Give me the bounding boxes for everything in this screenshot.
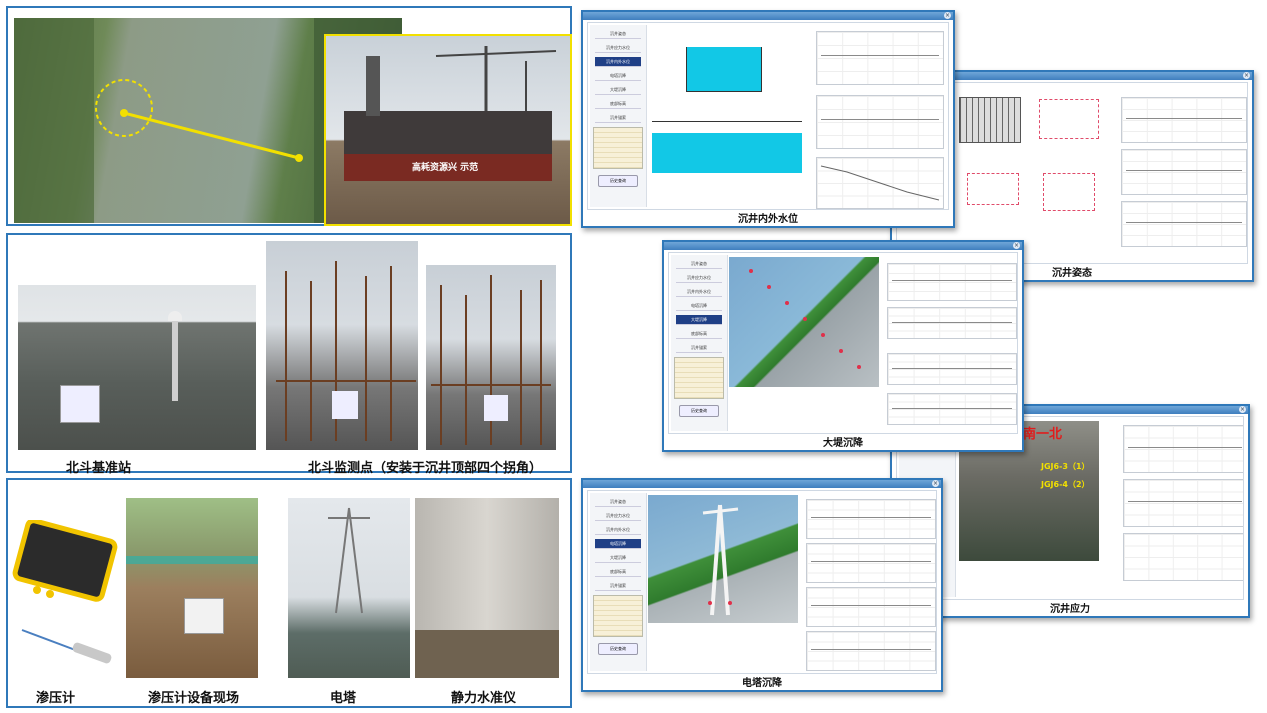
menu-item-anchor[interactable]: 沉井锚索: [676, 343, 722, 353]
beidou-base-station-photo: [18, 285, 256, 450]
close-icon[interactable]: ×: [944, 12, 951, 19]
menu-item-stress[interactable]: 沉井应力水位: [676, 273, 722, 283]
construction-banner: 高耗资源兴 示范: [412, 163, 479, 173]
caption-beidou-base: 北斗基准站: [66, 461, 132, 476]
menu-item-posture[interactable]: 沉井姿态: [676, 259, 722, 269]
dike-3d-view: [729, 257, 879, 387]
menu-item-dike[interactable]: 大堤沉降: [595, 85, 641, 95]
alarm-list: [674, 357, 724, 399]
power-tower-photo: [288, 498, 410, 678]
history-query-button[interactable]: 历史查询: [679, 405, 719, 417]
link-line: [123, 111, 300, 160]
menu-item-water-level[interactable]: 沉井内外水位: [676, 287, 722, 297]
outer-water-body: [652, 133, 802, 173]
menu-item-dike[interactable]: 大堤沉降: [676, 315, 722, 325]
panel-beidou: 北斗基准站 北斗监测点（安装于沉井顶部四个拐角）: [6, 233, 572, 476]
menu-item-anchor[interactable]: 沉井锚索: [595, 113, 641, 123]
piezometer-site-photo: [126, 498, 258, 678]
close-icon[interactable]: ×: [1013, 242, 1020, 249]
label-south-north: 南一北: [1023, 427, 1063, 442]
caption-stress: 沉井应力: [1050, 604, 1090, 615]
menu-item-water-level[interactable]: 沉井内外水位: [595, 525, 641, 535]
caption-water-level: 沉井内外水位: [738, 214, 798, 225]
menu-item-posture[interactable]: 沉井姿态: [595, 497, 641, 507]
close-icon[interactable]: ×: [1239, 406, 1246, 413]
label-jgj6-3: JGJ6-3（1）: [1041, 462, 1090, 471]
caisson-construction-photo: 高耗资源兴 示范: [324, 34, 572, 226]
piezometer-photo: [12, 520, 122, 670]
menu-item-tower[interactable]: 电塔沉降: [676, 301, 722, 311]
caption-beidou-monitor: 北斗监测点（安装于沉井顶部四个拐角）: [308, 461, 543, 476]
caption-static-level: 静力水准仪: [451, 691, 517, 706]
menu-item-tower[interactable]: 电塔沉降: [595, 539, 641, 549]
close-icon[interactable]: ×: [932, 480, 939, 487]
panel-site-overview: 高耗资源兴 示范: [6, 6, 572, 226]
label-jgj6-4: JGJ6-4（2）: [1041, 480, 1090, 489]
caption-power-tower: 电塔: [330, 691, 357, 706]
beidou-monitor-photo-1: [266, 241, 418, 450]
window-tower-settlement: × 沉井姿态 沉井应力水位 沉井内外水位 电塔沉降 大堤沉降 底部标高 沉井锚索…: [581, 478, 943, 692]
menu-item-posture[interactable]: 沉井姿态: [595, 29, 641, 39]
alarm-list: [593, 127, 643, 169]
menu-item-anchor[interactable]: 沉井锚索: [595, 581, 641, 591]
menu-item-dike[interactable]: 大堤沉降: [595, 553, 641, 563]
menu-item-bottom[interactable]: 底部标高: [595, 99, 641, 109]
panel-sensors: 渗压计 渗压计设备现场 电塔 静力水准仪: [6, 478, 572, 708]
caption-piezometer: 渗压计: [36, 691, 76, 706]
caption-piezometer-site: 渗压计设备现场: [148, 691, 240, 706]
static-level-photo: [415, 498, 559, 678]
caption-tower: 电塔沉降: [742, 678, 782, 689]
close-icon[interactable]: ×: [1243, 72, 1250, 79]
caption-dike: 大堤沉降: [823, 438, 863, 449]
window-water-level: × 沉井姿态 沉井应力水位 沉井内外水位 电塔沉降 大堤沉降 底部标高 沉井锚索…: [581, 10, 955, 228]
window-dike-settlement: × 沉井姿态 沉井应力水位 沉井内外水位 电塔沉降 大堤沉降 底部标高 沉井锚索…: [662, 240, 1024, 452]
beidou-monitor-photo-2: [426, 265, 556, 450]
history-query-button[interactable]: 历史查询: [598, 643, 638, 655]
menu-item-stress[interactable]: 沉井应力水位: [595, 511, 641, 521]
menu-item-bottom[interactable]: 底部标高: [676, 329, 722, 339]
menu-item-stress[interactable]: 沉井应力水位: [595, 43, 641, 53]
menu-item-water-level[interactable]: 沉井内外水位: [595, 57, 641, 67]
monitor-area-circle: [95, 79, 153, 137]
history-query-button[interactable]: 历史查询: [598, 175, 638, 187]
inner-water-tank: [686, 47, 762, 92]
alarm-list: [593, 595, 643, 637]
menu-item-bottom[interactable]: 底部标高: [595, 567, 641, 577]
tower-3d-view: [648, 495, 798, 623]
menu-item-tower[interactable]: 电塔沉降: [595, 71, 641, 81]
